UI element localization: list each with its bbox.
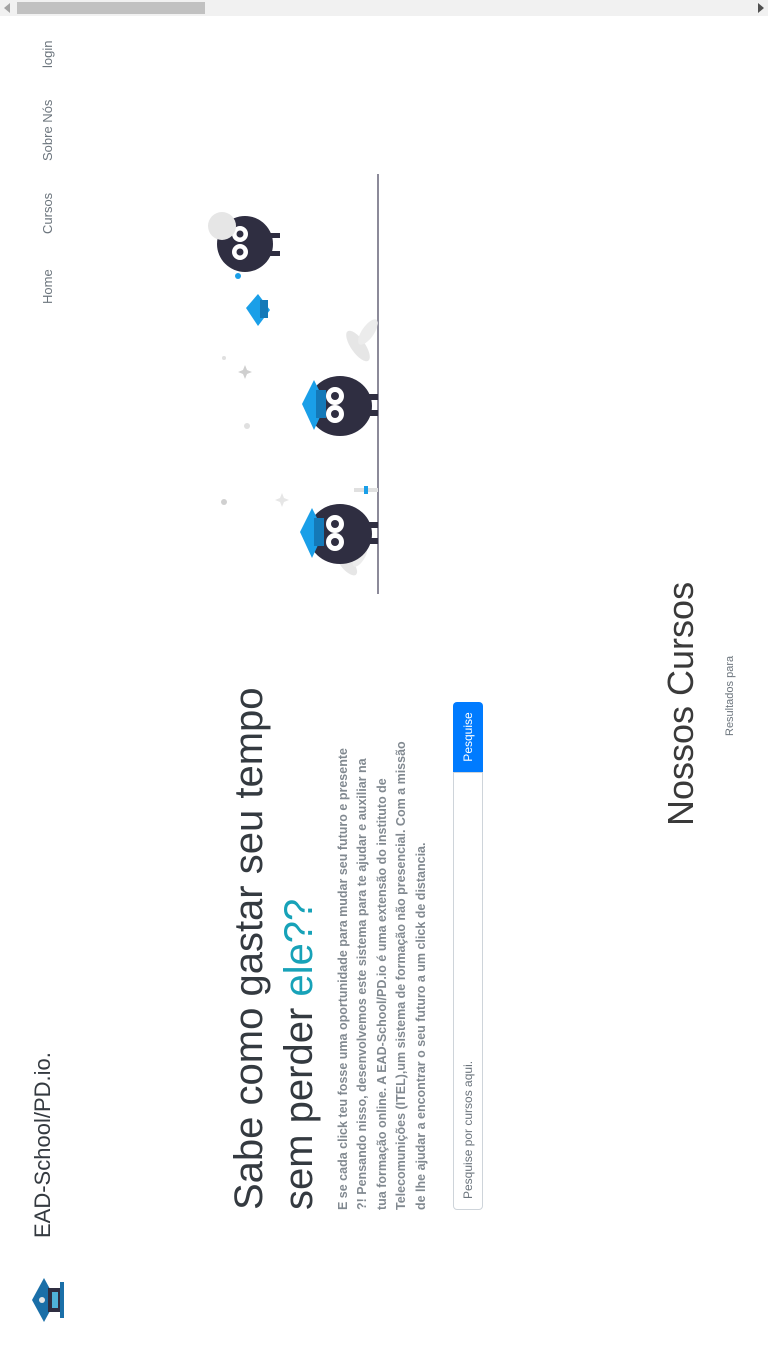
owl-1 — [300, 504, 378, 564]
nav-home[interactable]: Home — [40, 269, 55, 304]
nav-sobre-nos[interactable]: Sobre Nós — [40, 100, 55, 161]
nav-cursos[interactable]: Cursos — [40, 193, 55, 234]
brand-name[interactable]: EAD-School/PD.io. — [30, 1052, 56, 1238]
page-content: EAD-School/PD.io. Home Cursos Sobre Nós … — [0, 0, 768, 1366]
school-logo-icon[interactable] — [30, 1276, 66, 1324]
nav-login[interactable]: login — [40, 41, 55, 68]
owl-2 — [302, 376, 378, 436]
hero-title-accent: ele?? — [277, 898, 321, 997]
hero-title: Sabe como gastar seu tempo sem perder el… — [224, 670, 324, 1210]
owl-3 — [208, 212, 280, 326]
results-label: Resultados para — [724, 655, 736, 736]
course-search-form: Pesquise — [453, 702, 483, 1210]
search-button[interactable]: Pesquise — [453, 702, 483, 772]
graduation-owls-illustration — [208, 174, 379, 594]
hero-title-line1: Sabe como gastar seu tempo — [227, 687, 271, 1210]
courses-section-title: Nossos Cursos — [660, 581, 701, 826]
hero-description: E se cada click teu fosse uma oportunida… — [336, 741, 428, 1210]
course-search-input[interactable] — [453, 772, 483, 1210]
hero-title-line2: sem perder — [277, 996, 321, 1210]
